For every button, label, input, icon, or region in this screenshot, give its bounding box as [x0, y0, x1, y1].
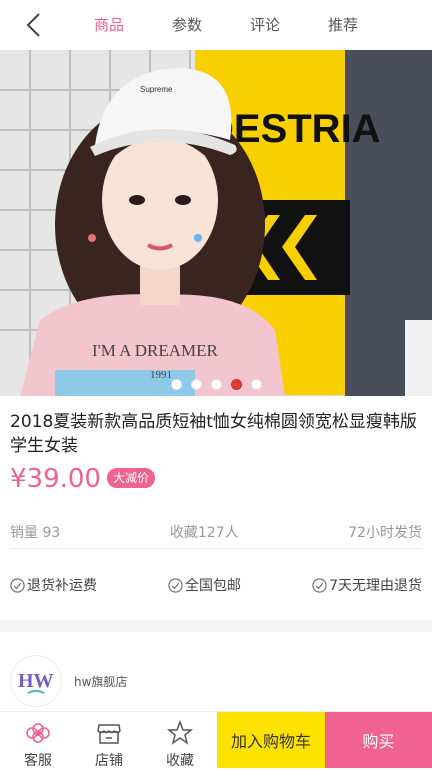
carousel-dot[interactable]	[210, 379, 222, 390]
guarantee-item: 全国包邮	[168, 575, 241, 595]
tab-product[interactable]: 商品	[70, 0, 148, 50]
back-arrow-icon[interactable]	[22, 12, 48, 38]
shipping-time: 72小时发货	[348, 525, 422, 541]
section-separator	[0, 620, 432, 632]
carousel-dot[interactable]	[250, 379, 262, 390]
favorites-count: 收藏127人	[169, 525, 239, 541]
store-card[interactable]: HW hw旗舰店	[10, 655, 127, 707]
svg-text:HW: HW	[18, 670, 54, 692]
check-circle-icon	[168, 577, 183, 593]
divider	[10, 548, 422, 549]
service-icon	[26, 723, 50, 743]
product-price: ¥39.00	[10, 464, 101, 494]
carousel-dot[interactable]	[190, 379, 202, 390]
product-photo: DESTRIA I'M A DREAMER 1991 Supreme	[0, 50, 432, 396]
product-stats: 销量 93 收藏127人 72小时发货	[10, 522, 422, 542]
add-to-cart-button[interactable]: 加入购物车	[217, 712, 325, 768]
store-icon	[97, 724, 121, 744]
sale-badge: 大减价	[107, 468, 156, 488]
tab-recommend[interactable]: 推荐	[304, 0, 382, 50]
tab-reviews[interactable]: 评论	[226, 0, 304, 50]
tab-params[interactable]: 参数	[148, 0, 226, 50]
carousel-dots	[0, 379, 432, 390]
guarantee-item: 7天无理由退货	[312, 575, 422, 595]
store-logo-mark: HW	[18, 670, 54, 694]
check-circle-icon	[10, 577, 25, 593]
favorite-button[interactable]: 收藏	[150, 720, 210, 770]
guarantee-item: 退货补运费	[10, 575, 97, 595]
carousel-dot[interactable]	[170, 379, 182, 390]
product-title: 2018夏装新款高品质短袖t恤女纯棉圆领宽松显瘦韩版学生女装	[10, 412, 417, 456]
shop-button[interactable]: 店铺	[79, 720, 139, 770]
bottom-action-bar: 客服 店铺 收藏 加入购物车 购买	[0, 711, 432, 770]
customer-service-button[interactable]: 客服	[8, 720, 68, 770]
check-circle-icon	[312, 577, 327, 593]
carousel-dot-active[interactable]	[230, 379, 242, 390]
tab-bar: 商品 参数 评论 推荐	[70, 0, 382, 50]
buy-button[interactable]: 购买	[325, 712, 432, 768]
shirt-text: I'M A DREAMER	[92, 341, 219, 360]
product-image-carousel[interactable]: DESTRIA I'M A DREAMER 1991 Supreme	[0, 50, 432, 396]
sales-count: 销量 93	[10, 525, 61, 541]
store-logo[interactable]: HW	[10, 655, 62, 707]
star-icon	[167, 720, 193, 745]
top-nav: 商品 参数 评论 推荐	[0, 0, 432, 50]
store-name[interactable]: hw旗舰店	[74, 673, 127, 690]
service-guarantees: 退货补运费 全国包邮 7天无理由退货	[10, 575, 422, 595]
cap-text: Supreme	[140, 85, 173, 94]
